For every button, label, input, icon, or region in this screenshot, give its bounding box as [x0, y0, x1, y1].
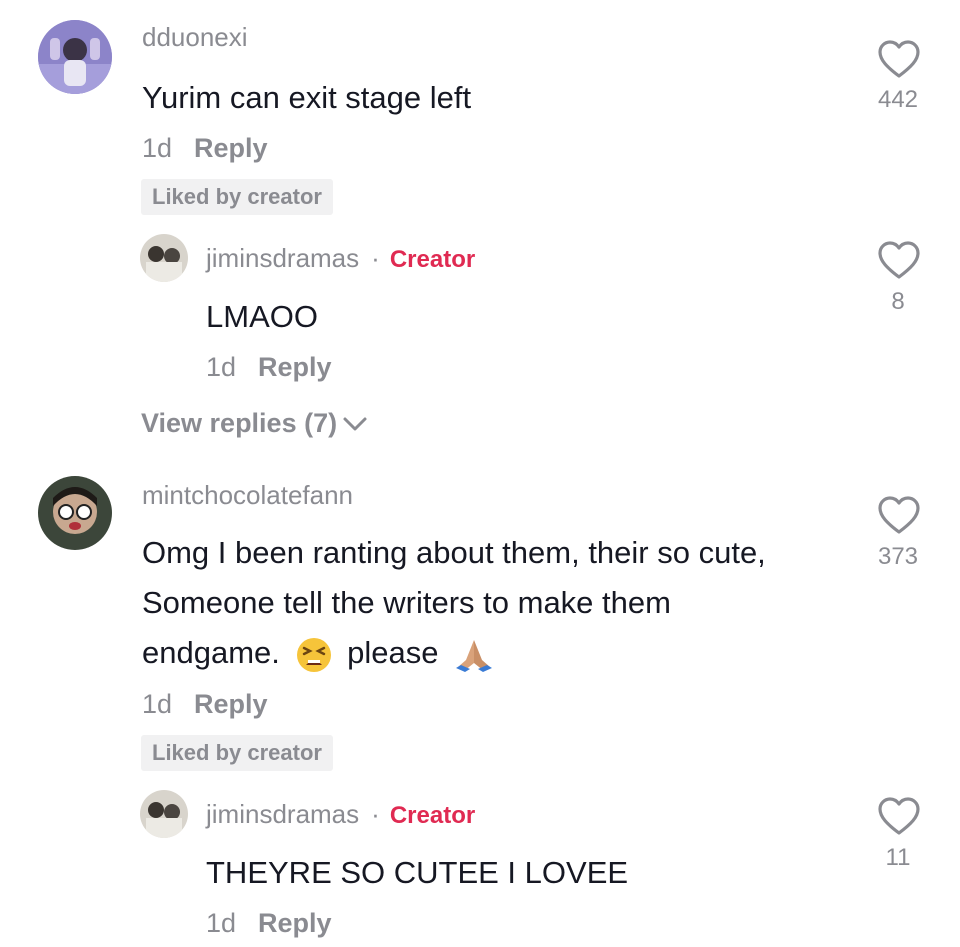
username[interactable]: jiminsdramas — [206, 799, 359, 829]
tired-face-emoji — [296, 637, 331, 672]
username-row: jiminsdramas · Creator — [206, 799, 475, 830]
comment-text: THEYRE SO CUTEE I LOVEE — [206, 855, 629, 890]
comment-text-word: please — [347, 635, 439, 670]
folded-hands-emoji — [456, 639, 493, 672]
reply-button[interactable]: Reply — [258, 908, 332, 938]
comment-text-line-3: endgame. please — [142, 628, 495, 678]
reply-button[interactable]: Reply — [194, 133, 268, 163]
avatar-photo — [140, 234, 188, 282]
reply-button[interactable]: Reply — [258, 352, 332, 382]
avatar[interactable] — [38, 476, 112, 550]
username-row: jiminsdramas · Creator — [206, 243, 475, 274]
comment-meta: 1d Reply — [206, 908, 332, 939]
reply-button[interactable]: Reply — [194, 689, 268, 719]
liked-by-creator-badge: Liked by creator — [141, 179, 333, 215]
timestamp: 1d — [142, 689, 173, 719]
timestamp: 1d — [206, 352, 237, 382]
timestamp: 1d — [206, 908, 237, 938]
creator-badge: Creator — [389, 246, 476, 273]
comment-text-word: endgame. — [142, 635, 280, 670]
liked-by-creator-badge: Liked by creator — [141, 735, 333, 771]
avatar-photo — [38, 20, 112, 94]
comment-text-line: Omg I been ranting about them, their so … — [142, 535, 766, 570]
comment-meta: 1d Reply — [206, 352, 332, 383]
like-count: 373 — [877, 543, 919, 570]
heart-outline-icon[interactable] — [877, 495, 921, 535]
avatar[interactable] — [140, 234, 188, 282]
username[interactable]: jiminsdramas — [206, 243, 359, 273]
separator: · — [371, 799, 380, 829]
view-replies-label: View replies (7) — [141, 408, 338, 438]
chevron-down-icon — [343, 417, 367, 430]
like-count: 442 — [877, 86, 919, 113]
username[interactable]: mintchocolatefann — [142, 480, 353, 511]
heart-outline-icon[interactable] — [877, 240, 921, 280]
like-count: 11 — [885, 844, 911, 871]
comment-text: Yurim can exit stage left — [142, 80, 472, 115]
creator-badge: Creator — [389, 802, 476, 829]
avatar-photo — [140, 790, 188, 838]
avatar-photo — [38, 476, 112, 550]
like-count: 8 — [891, 288, 905, 315]
separator: · — [371, 243, 380, 273]
username[interactable]: dduonexi — [142, 22, 248, 53]
heart-outline-icon[interactable] — [877, 39, 921, 79]
timestamp: 1d — [142, 133, 173, 163]
comment-meta: 1d Reply — [142, 689, 268, 720]
heart-outline-icon[interactable] — [877, 796, 921, 836]
comment-text-line: Someone tell the writers to make them — [142, 585, 671, 620]
avatar[interactable] — [38, 20, 112, 94]
view-replies-button[interactable]: View replies (7) — [141, 408, 369, 439]
avatar[interactable] — [140, 790, 188, 838]
comment-text: LMAOO — [206, 299, 318, 334]
comment-meta: 1d Reply — [142, 133, 268, 164]
